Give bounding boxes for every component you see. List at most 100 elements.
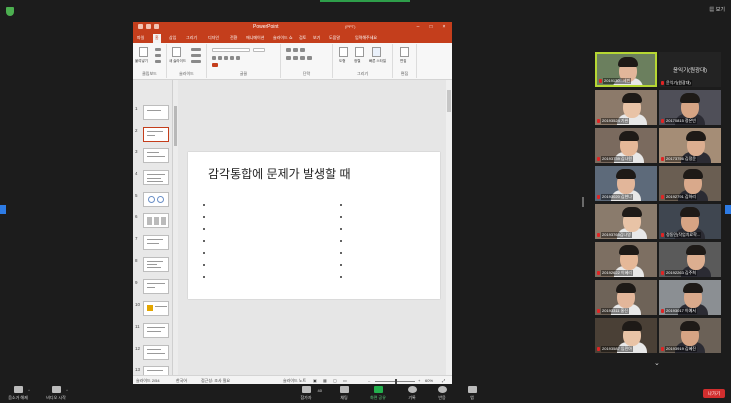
slide-sorter-icon[interactable]: ▦ xyxy=(323,378,327,383)
slide-thumbnail-5[interactable] xyxy=(143,192,169,207)
find-icon[interactable] xyxy=(400,47,409,57)
apps-button[interactable]: 앱 xyxy=(454,386,490,401)
tab-animations[interactable]: 애니메이션 xyxy=(246,35,264,41)
chevron-up-icon[interactable]: ^ xyxy=(28,388,30,393)
reading-view-icon[interactable]: ▢ xyxy=(333,378,337,383)
canvas-scrollbar[interactable] xyxy=(446,80,452,375)
align-center-icon[interactable] xyxy=(293,56,298,60)
slide-thumbnail-9[interactable] xyxy=(143,279,169,294)
shapes-icon[interactable] xyxy=(339,47,348,57)
view-button[interactable]: ▦ 보기 xyxy=(709,6,725,13)
zoom-out-icon[interactable]: – xyxy=(368,378,370,383)
current-slide[interactable]: 감각통합에 문제가 발생할 때 xyxy=(188,152,440,299)
participants-button[interactable]: 참가자 40 xyxy=(288,386,324,401)
underline-icon[interactable] xyxy=(224,56,228,60)
slide-thumbnail-7[interactable] xyxy=(143,235,169,250)
new-slide-icon[interactable] xyxy=(172,47,181,57)
copy-icon[interactable] xyxy=(155,54,161,57)
chevron-down-icon[interactable]: ⌄ xyxy=(654,359,660,367)
participant-tile[interactable]: 정동민(작업치료학... xyxy=(659,204,721,239)
slide-thumbnail-11[interactable] xyxy=(143,323,169,338)
participant-tile[interactable]: 20193765김나영 xyxy=(595,204,657,239)
maximize-icon[interactable]: □ xyxy=(428,24,434,30)
font-name-select[interactable] xyxy=(212,48,250,52)
tab-transitions[interactable]: 전환 xyxy=(230,35,237,41)
redo-icon[interactable] xyxy=(154,24,159,29)
leave-button[interactable]: 나가기 xyxy=(703,389,725,398)
canvas-scroll-thumb[interactable] xyxy=(447,90,451,112)
participant-tile[interactable]: 20192263 김주희 xyxy=(659,242,721,277)
tab-file[interactable]: 파일 xyxy=(137,35,144,41)
thumbnail-scroll-thumb[interactable] xyxy=(174,106,177,146)
participant-tile[interactable]: 20193017 이예서 xyxy=(659,280,721,315)
reset-icon[interactable] xyxy=(191,54,201,57)
participant-tile[interactable]: 20193020 김현나 xyxy=(595,166,657,201)
participant-tile[interactable]: 20192622 이혜리 xyxy=(595,242,657,277)
slide-thumbnail-2[interactable] xyxy=(143,127,169,142)
tab-view[interactable]: 보기 xyxy=(313,35,320,41)
slide-thumbnail-1[interactable] xyxy=(143,105,169,120)
tab-insert[interactable]: 삽입 xyxy=(169,35,176,41)
participant-tile[interactable]: 20193739 김나원 xyxy=(595,128,657,163)
normal-view-icon[interactable]: ▣ xyxy=(313,378,317,383)
align-right-icon[interactable] xyxy=(300,56,305,60)
tab-help[interactable]: 도움말 xyxy=(329,35,340,41)
slideshow-icon[interactable]: ▭ xyxy=(343,378,347,383)
start-video-button[interactable]: 비디오 시작 ^ xyxy=(38,386,74,401)
tab-draw[interactable]: 그리기 xyxy=(186,35,197,41)
tab-review[interactable]: 검토 xyxy=(299,35,306,41)
arrange-icon[interactable] xyxy=(355,47,364,57)
align-left-icon[interactable] xyxy=(286,56,291,60)
slide-thumbnail-8[interactable] xyxy=(143,257,169,272)
zoom-in-icon[interactable]: + xyxy=(418,378,420,383)
bullets-icon[interactable] xyxy=(286,48,291,52)
slide-thumbnail-12[interactable] xyxy=(143,345,169,360)
font-size-select[interactable] xyxy=(253,48,265,52)
participant-tile[interactable]: 윤익기(원광대) 윤익기(원광대) xyxy=(659,52,721,87)
italic-icon[interactable] xyxy=(218,56,222,60)
chevron-up-icon[interactable]: ^ xyxy=(66,388,68,393)
share-screen-button[interactable]: 화면 공유 xyxy=(360,386,396,401)
slide-thumbnail-10[interactable] xyxy=(143,301,169,316)
format-painter-icon[interactable] xyxy=(155,60,161,63)
paste-icon[interactable] xyxy=(139,47,148,57)
chat-button[interactable]: 채팅 xyxy=(326,386,362,401)
cut-icon[interactable] xyxy=(155,48,161,51)
participant-tile[interactable]: 20193587 임민아 xyxy=(595,318,657,353)
participant-tile[interactable]: 2019130...세빈 xyxy=(595,52,657,87)
bold-icon[interactable] xyxy=(212,56,216,60)
shadow-icon[interactable] xyxy=(230,56,234,60)
minimize-icon[interactable]: – xyxy=(415,24,421,30)
participant-tile[interactable]: 20173756 김정운 xyxy=(659,128,721,163)
participant-tile[interactable]: 20193311 홍진 xyxy=(595,280,657,315)
close-icon[interactable]: × xyxy=(441,24,447,30)
slide-thumbnail-6[interactable] xyxy=(143,213,169,228)
gallery-resize-handle[interactable] xyxy=(582,197,584,207)
section-icon[interactable] xyxy=(191,60,201,63)
participant-tile[interactable]: 20192791 김하리 xyxy=(659,166,721,201)
justify-icon[interactable] xyxy=(307,56,312,60)
security-shield-icon[interactable] xyxy=(6,7,14,16)
save-icon[interactable] xyxy=(138,24,143,29)
participant-tile[interactable]: 20193524 기완 xyxy=(595,90,657,125)
unmute-button[interactable]: 음소거 해제 ^ xyxy=(0,386,36,401)
slide-title[interactable]: 감각통합에 문제가 발생할 때 xyxy=(208,165,350,182)
font-color-icon[interactable] xyxy=(212,63,218,67)
slide-thumbnail-3[interactable] xyxy=(143,148,169,163)
participant-tile[interactable]: 20170815 정은빈 xyxy=(659,90,721,125)
quick-styles-icon[interactable] xyxy=(372,47,381,57)
slide-thumbnail-4[interactable] xyxy=(143,170,169,185)
undo-icon[interactable] xyxy=(146,24,151,29)
participant-tile[interactable]: 20193919 김혜진 xyxy=(659,318,721,353)
numbering-icon[interactable] xyxy=(293,48,298,52)
tab-home[interactable]: 홈 xyxy=(153,34,161,43)
tell-me-search[interactable]: 입력해주세요 xyxy=(355,35,377,41)
tab-design[interactable]: 디자인 xyxy=(208,35,219,41)
fit-to-window-icon[interactable]: ⤢ xyxy=(442,378,445,383)
layout-icon[interactable] xyxy=(191,48,201,51)
zoom-percent[interactable]: 60% xyxy=(425,378,433,383)
tab-slideshow[interactable]: 슬라이드 쇼 xyxy=(273,35,293,41)
strikethrough-icon[interactable] xyxy=(236,56,240,60)
indent-icon[interactable] xyxy=(300,48,305,52)
slide-thumbnail-13[interactable] xyxy=(143,366,169,375)
